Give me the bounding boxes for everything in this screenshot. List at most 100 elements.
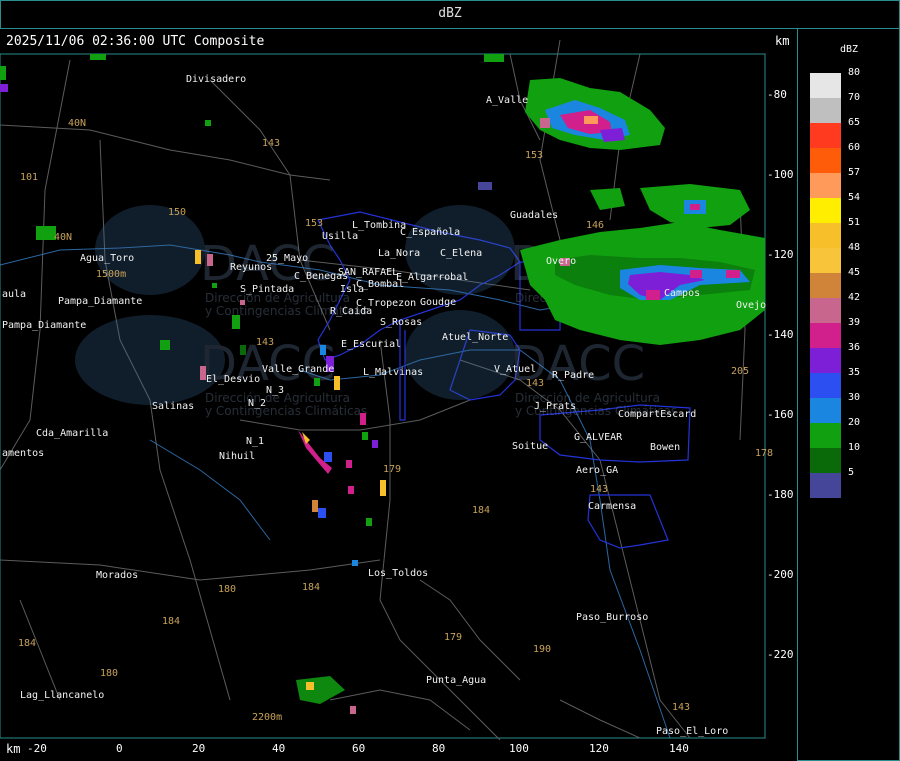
legend-label: 36: [848, 342, 861, 353]
svg-text:S_Pintada: S_Pintada: [240, 284, 294, 295]
svg-text:Guadales: Guadales: [510, 210, 558, 221]
svg-text:Pampa_Diamante: Pampa_Diamante: [58, 296, 142, 307]
svg-text:y Contingencias Climáticas: y Contingencias Climáticas: [205, 404, 367, 418]
legend-swatch: [810, 323, 841, 348]
road-west: [0, 59, 71, 471]
svg-text:143: 143: [256, 337, 274, 348]
radar-map[interactable]: DACC DACC DACC DACC Dirección de Agricul…: [0, 0, 900, 761]
svg-text:Morados: Morados: [96, 570, 138, 581]
x-axis-unit: km: [6, 742, 21, 756]
y-tick: -200: [767, 568, 794, 581]
svg-text:40N: 40N: [68, 118, 86, 129]
legend-swatch: [810, 148, 841, 173]
svg-text:N_1: N_1: [246, 436, 264, 447]
svg-text:184: 184: [472, 505, 490, 516]
svg-text:Usilla: Usilla: [322, 231, 358, 242]
legend-label: 10: [848, 442, 861, 453]
y-tick: -160: [767, 408, 794, 421]
y-tick: -80: [767, 88, 787, 101]
legend-label: 45: [848, 267, 861, 278]
legend-swatch: [810, 98, 841, 123]
svg-text:C_Elena: C_Elena: [440, 248, 482, 259]
svg-text:Bowen: Bowen: [650, 442, 680, 453]
legend-label: 5: [848, 467, 855, 478]
y-tick: -220: [767, 648, 794, 661]
y-tick: -100: [767, 168, 794, 181]
legend-swatch: [810, 223, 841, 248]
svg-text:179: 179: [444, 632, 462, 643]
legend-label: 70: [848, 92, 861, 103]
svg-text:40N: 40N: [54, 232, 72, 243]
svg-text:N_2: N_2: [248, 398, 266, 409]
legend-label: 20: [848, 417, 861, 428]
road-morados: [0, 559, 381, 581]
legend-swatch: [810, 373, 841, 398]
svg-text:180: 180: [218, 584, 236, 595]
svg-text:101: 101: [20, 172, 38, 183]
road-40n-north: [0, 124, 331, 181]
svg-text:143: 143: [590, 484, 608, 495]
legend-label: 54: [848, 192, 861, 203]
svg-text:190: 190: [533, 644, 551, 655]
legend-swatch: [810, 123, 841, 148]
svg-text:N_3: N_3: [266, 385, 284, 396]
legend-swatch: [810, 73, 841, 98]
svg-text:Atuel_Norte: Atuel_Norte: [442, 332, 508, 343]
svg-text:Paso_El_Loro: Paso_El_Loro: [656, 726, 728, 737]
x-tick: 140: [669, 742, 689, 755]
legend-swatch: [810, 173, 841, 198]
legend-label: 42: [848, 292, 861, 303]
svg-text:150: 150: [168, 207, 186, 218]
legend-label: 60: [848, 142, 861, 153]
road-sw: [19, 599, 61, 701]
svg-text:V_Atuel: V_Atuel: [494, 364, 536, 375]
legend-swatch: [810, 248, 841, 273]
svg-text:143: 143: [262, 138, 280, 149]
svg-text:Divisadero: Divisadero: [186, 74, 246, 85]
legend-label: 57: [848, 167, 861, 178]
svg-text:E_Algarrobal: E_Algarrobal: [396, 272, 468, 283]
svg-text:Ovejo: Ovejo: [736, 300, 766, 311]
legend-swatch: [810, 198, 841, 223]
x-tick: 120: [589, 742, 609, 755]
legend-label: 35: [848, 367, 861, 378]
svg-text:C_Benegas: C_Benegas: [294, 271, 348, 282]
svg-text:Soitue: Soitue: [512, 441, 548, 452]
svg-text:Overo: Overo: [546, 256, 576, 267]
x-tick: 80: [432, 742, 446, 755]
svg-text:Nihuil: Nihuil: [219, 451, 255, 462]
svg-text:amentos: amentos: [2, 448, 44, 459]
svg-text:143: 143: [526, 378, 544, 389]
svg-text:La_Nora: La_Nora: [378, 248, 420, 259]
x-tick: 60: [352, 742, 366, 755]
svg-text:2200m: 2200m: [252, 712, 282, 723]
svg-text:205: 205: [731, 366, 749, 377]
svg-text:153: 153: [305, 218, 323, 229]
svg-text:Punta_Agua: Punta_Agua: [426, 675, 486, 686]
svg-text:Campos: Campos: [664, 288, 700, 299]
legend-label: 80: [848, 67, 861, 78]
svg-text:1500m: 1500m: [96, 269, 126, 280]
legend-swatch: [810, 448, 841, 473]
svg-text:L_Malvinas: L_Malvinas: [363, 367, 423, 378]
svg-text:25_Mayo: 25_Mayo: [266, 253, 308, 264]
svg-text:Cda_Amarilla: Cda_Amarilla: [36, 428, 108, 439]
svg-text:178: 178: [755, 448, 773, 459]
svg-text:Agua_Toro: Agua_Toro: [80, 253, 134, 264]
svg-text:L_Tombina: L_Tombina: [352, 220, 406, 231]
svg-text:184: 184: [18, 638, 36, 649]
y-tick: -180: [767, 488, 794, 501]
svg-text:E_Escurial: E_Escurial: [341, 339, 401, 350]
svg-text:180: 180: [100, 668, 118, 679]
svg-text:R_Caida: R_Caida: [330, 306, 372, 317]
legend-swatch: [810, 298, 841, 323]
svg-text:Salinas: Salinas: [152, 401, 194, 412]
svg-text:A_Valle: A_Valle: [486, 95, 528, 106]
legend-swatch: [810, 398, 841, 423]
legend-label: 30: [848, 392, 861, 403]
road-se: [419, 579, 521, 681]
x-tick: 20: [192, 742, 206, 755]
svg-text:Aero_GA: Aero_GA: [576, 465, 618, 476]
svg-text:El_Desvio: El_Desvio: [206, 374, 260, 385]
svg-text:Pampa_Diamante: Pampa_Diamante: [2, 320, 86, 331]
